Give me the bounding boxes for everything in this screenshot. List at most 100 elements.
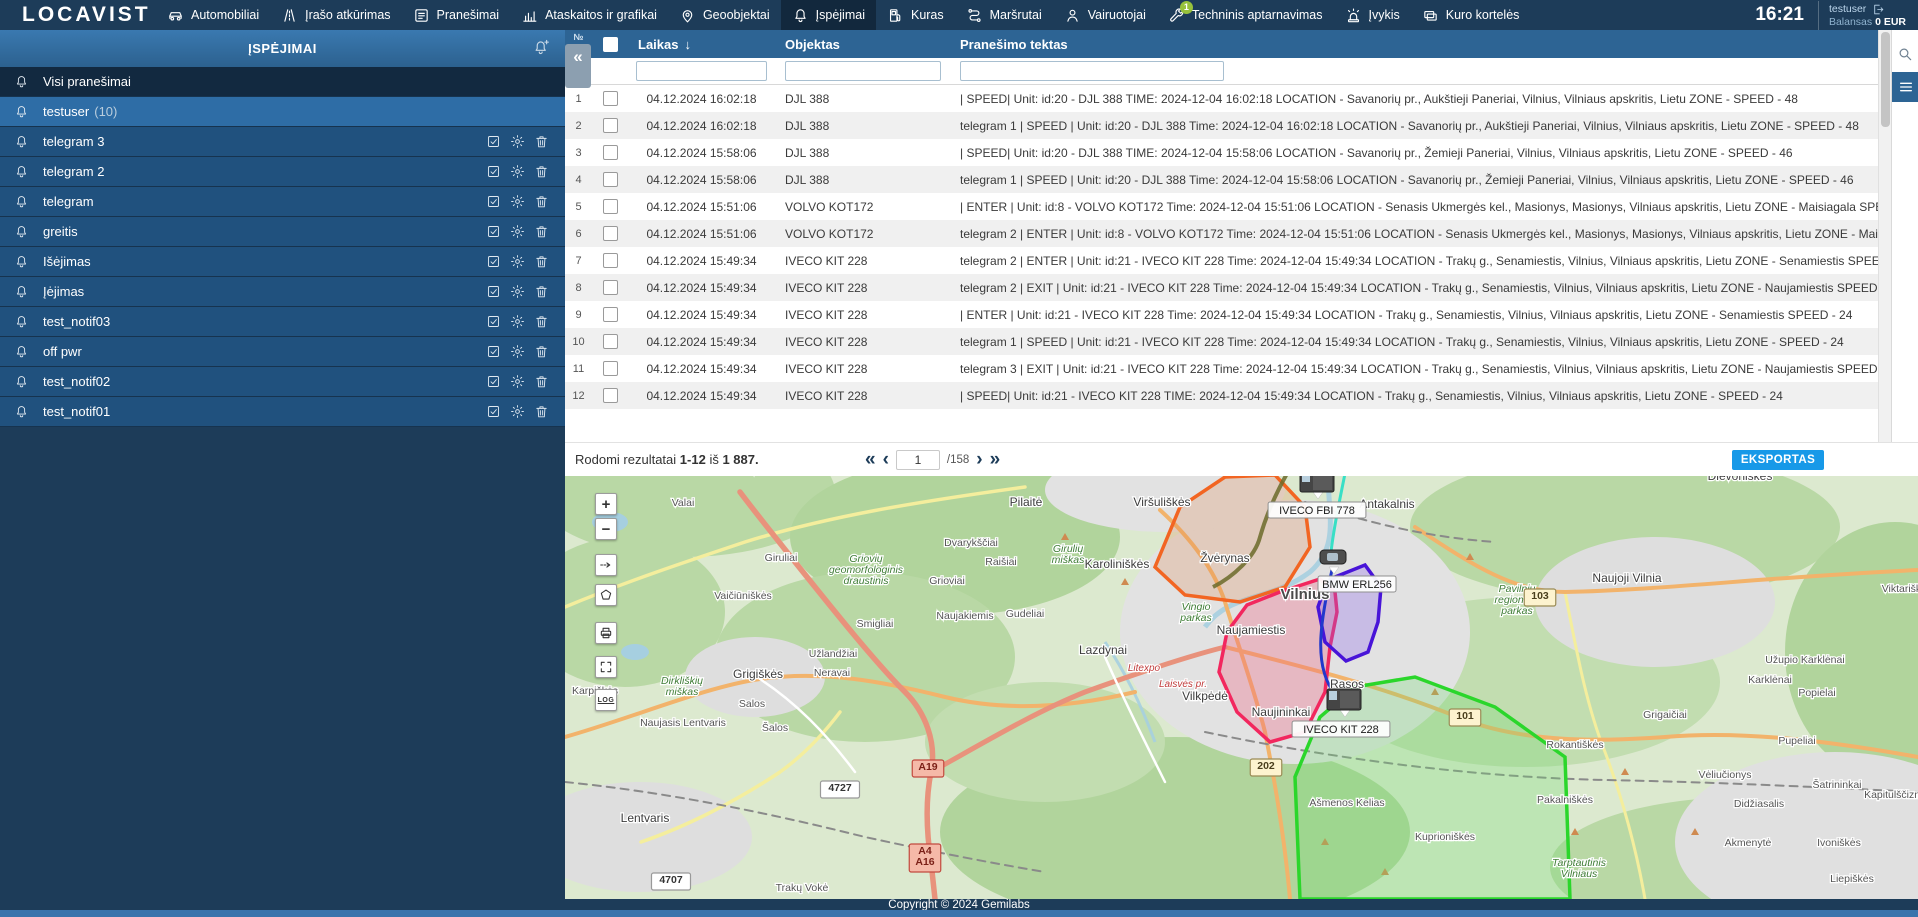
first-page-button[interactable]: « xyxy=(865,445,876,475)
sidebar-item-test-notif01[interactable]: test_notif01 xyxy=(0,397,565,427)
gear-icon[interactable] xyxy=(510,164,525,179)
scrollbar-thumb[interactable] xyxy=(1881,32,1890,127)
nav-item-ataskaitos-ir-grafikai[interactable]: Ataskaitos ir grafikai xyxy=(510,0,668,30)
nav-item-kuro-korteles[interactable]: Kuro kortelės xyxy=(1411,0,1531,30)
trash-icon[interactable] xyxy=(534,224,549,239)
sidebar-item-test-notif02[interactable]: test_notif02 xyxy=(0,367,565,397)
gear-icon[interactable] xyxy=(510,314,525,329)
draw-polygon-button[interactable] xyxy=(595,584,617,606)
enable-alert-checkbox-icon[interactable] xyxy=(486,374,501,389)
sidebar-item-iejimas[interactable]: Įėjimas xyxy=(0,277,565,307)
sidebar-item-visi-pranesimai[interactable]: Visi pranešimai xyxy=(0,67,565,97)
nav-item-vairuotojai[interactable]: Vairuotojai xyxy=(1053,0,1157,30)
column-laikas[interactable]: Laikas↓ xyxy=(628,37,775,52)
gear-icon[interactable] xyxy=(510,284,525,299)
select-all-checkbox[interactable] xyxy=(603,37,618,52)
table-row[interactable]: 1 04.12.2024 16:02:18 DJL 388 | SPEED| U… xyxy=(565,85,1878,112)
table-row[interactable]: 6 04.12.2024 15:51:06 VOLVO KOT172 teleg… xyxy=(565,220,1878,247)
trash-icon[interactable] xyxy=(534,164,549,179)
trash-icon[interactable] xyxy=(534,254,549,269)
trash-icon[interactable] xyxy=(534,134,549,149)
filter-message-input[interactable] xyxy=(960,61,1224,81)
gear-icon[interactable] xyxy=(510,344,525,359)
gear-icon[interactable] xyxy=(510,254,525,269)
nav-item-pranesimai[interactable]: Pranešimai xyxy=(402,0,511,30)
sidebar-item-testuser[interactable]: testuser(10) xyxy=(0,97,565,127)
row-checkbox[interactable] xyxy=(603,118,618,133)
row-checkbox[interactable] xyxy=(603,361,618,376)
map[interactable]: VilniusGrigiškėsLentvarisPilaitėViršuliš… xyxy=(565,476,1918,899)
trash-icon[interactable] xyxy=(534,314,549,329)
nav-item-marsrutai[interactable]: Maršrutai xyxy=(955,0,1053,30)
table-row[interactable]: 7 04.12.2024 15:49:34 IVECO KIT 228 tele… xyxy=(565,247,1878,274)
gear-icon[interactable] xyxy=(510,404,525,419)
gear-icon[interactable] xyxy=(510,224,525,239)
row-checkbox[interactable] xyxy=(603,307,618,322)
enable-alert-checkbox-icon[interactable] xyxy=(486,194,501,209)
trash-icon[interactable] xyxy=(534,374,549,389)
table-menu-button[interactable] xyxy=(1892,72,1918,102)
collapse-sidebar-button[interactable]: « xyxy=(565,44,591,88)
enable-alert-checkbox-icon[interactable] xyxy=(486,344,501,359)
sidebar-item-test-notif03[interactable]: test_notif03 xyxy=(0,307,565,337)
gear-icon[interactable] xyxy=(510,374,525,389)
enable-alert-checkbox-icon[interactable] xyxy=(486,134,501,149)
filter-objektas-input[interactable] xyxy=(785,61,941,81)
nav-item-geoobjektai[interactable]: Geoobjektai xyxy=(668,0,781,30)
row-checkbox[interactable] xyxy=(603,253,618,268)
column-pranesimo-tekstas[interactable]: Pranešimo tektas xyxy=(950,37,1878,52)
trash-icon[interactable] xyxy=(534,194,549,209)
table-row[interactable]: 8 04.12.2024 15:49:34 IVECO KIT 228 tele… xyxy=(565,274,1878,301)
enable-alert-checkbox-icon[interactable] xyxy=(486,224,501,239)
fullscreen-button[interactable] xyxy=(595,656,617,678)
nav-item-techninis-aptarnavimas[interactable]: 1Techninis aptarnavimas xyxy=(1157,0,1334,30)
table-row[interactable]: 9 04.12.2024 15:49:34 IVECO KIT 228 | EN… xyxy=(565,301,1878,328)
filter-laikas-input[interactable] xyxy=(636,61,767,81)
enable-alert-checkbox-icon[interactable] xyxy=(486,314,501,329)
trash-icon[interactable] xyxy=(534,284,549,299)
trash-icon[interactable] xyxy=(534,404,549,419)
row-checkbox[interactable] xyxy=(603,388,618,403)
nav-item-iraso-atkurimas[interactable]: Įrašo atkūrimas xyxy=(270,0,401,30)
last-page-button[interactable]: » xyxy=(990,445,1001,475)
add-alert-icon[interactable] xyxy=(532,38,551,57)
sidebar-item-off-pwr[interactable]: off pwr xyxy=(0,337,565,367)
gear-icon[interactable] xyxy=(510,194,525,209)
table-row[interactable]: 11 04.12.2024 15:49:34 IVECO KIT 228 tel… xyxy=(565,355,1878,382)
nav-item-kuras[interactable]: Kuras xyxy=(876,0,955,30)
row-checkbox[interactable] xyxy=(603,226,618,241)
zoom-in-button[interactable]: + xyxy=(595,493,617,515)
row-checkbox[interactable] xyxy=(603,334,618,349)
search-icon[interactable] xyxy=(1896,46,1914,62)
table-row[interactable]: 10 04.12.2024 15:49:34 IVECO KIT 228 tel… xyxy=(565,328,1878,355)
table-row[interactable]: 5 04.12.2024 15:51:06 VOLVO KOT172 | ENT… xyxy=(565,193,1878,220)
sidebar-item-greitis[interactable]: greitis xyxy=(0,217,565,247)
enable-alert-checkbox-icon[interactable] xyxy=(486,284,501,299)
row-checkbox[interactable] xyxy=(603,172,618,187)
enable-alert-checkbox-icon[interactable] xyxy=(486,254,501,269)
table-scrollbar[interactable] xyxy=(1878,30,1891,442)
sort-desc-icon[interactable]: ↓ xyxy=(684,37,691,52)
sidebar-item-telegram-3[interactable]: telegram 3 xyxy=(0,127,565,157)
row-checkbox[interactable] xyxy=(603,199,618,214)
measure-button[interactable] xyxy=(595,554,617,576)
sidebar-item-isejimas[interactable]: Išėjimas xyxy=(0,247,565,277)
column-objektas[interactable]: Objektas xyxy=(775,37,950,52)
nav-item-ivykis[interactable]: Įvykis xyxy=(1334,0,1411,30)
row-checkbox[interactable] xyxy=(603,280,618,295)
enable-alert-checkbox-icon[interactable] xyxy=(486,404,501,419)
export-button[interactable]: EKSPORTAS xyxy=(1732,450,1824,470)
table-row[interactable]: 3 04.12.2024 15:58:06 DJL 388 | SPEED| U… xyxy=(565,139,1878,166)
table-row[interactable]: 12 04.12.2024 15:49:34 IVECO KIT 228 | S… xyxy=(565,382,1878,409)
zoom-out-button[interactable]: − xyxy=(595,518,617,540)
sidebar-item-telegram-2[interactable]: telegram 2 xyxy=(0,157,565,187)
sidebar-item-telegram[interactable]: telegram xyxy=(0,187,565,217)
next-page-button[interactable]: › xyxy=(976,445,982,475)
row-checkbox[interactable] xyxy=(603,145,618,160)
table-row[interactable]: 2 04.12.2024 16:02:18 DJL 388 telegram 1… xyxy=(565,112,1878,139)
print-button[interactable] xyxy=(595,622,617,644)
logout-icon[interactable] xyxy=(1872,3,1885,16)
prev-page-button[interactable]: ‹ xyxy=(883,445,889,475)
row-checkbox[interactable] xyxy=(603,91,618,106)
page-input[interactable] xyxy=(896,450,940,470)
